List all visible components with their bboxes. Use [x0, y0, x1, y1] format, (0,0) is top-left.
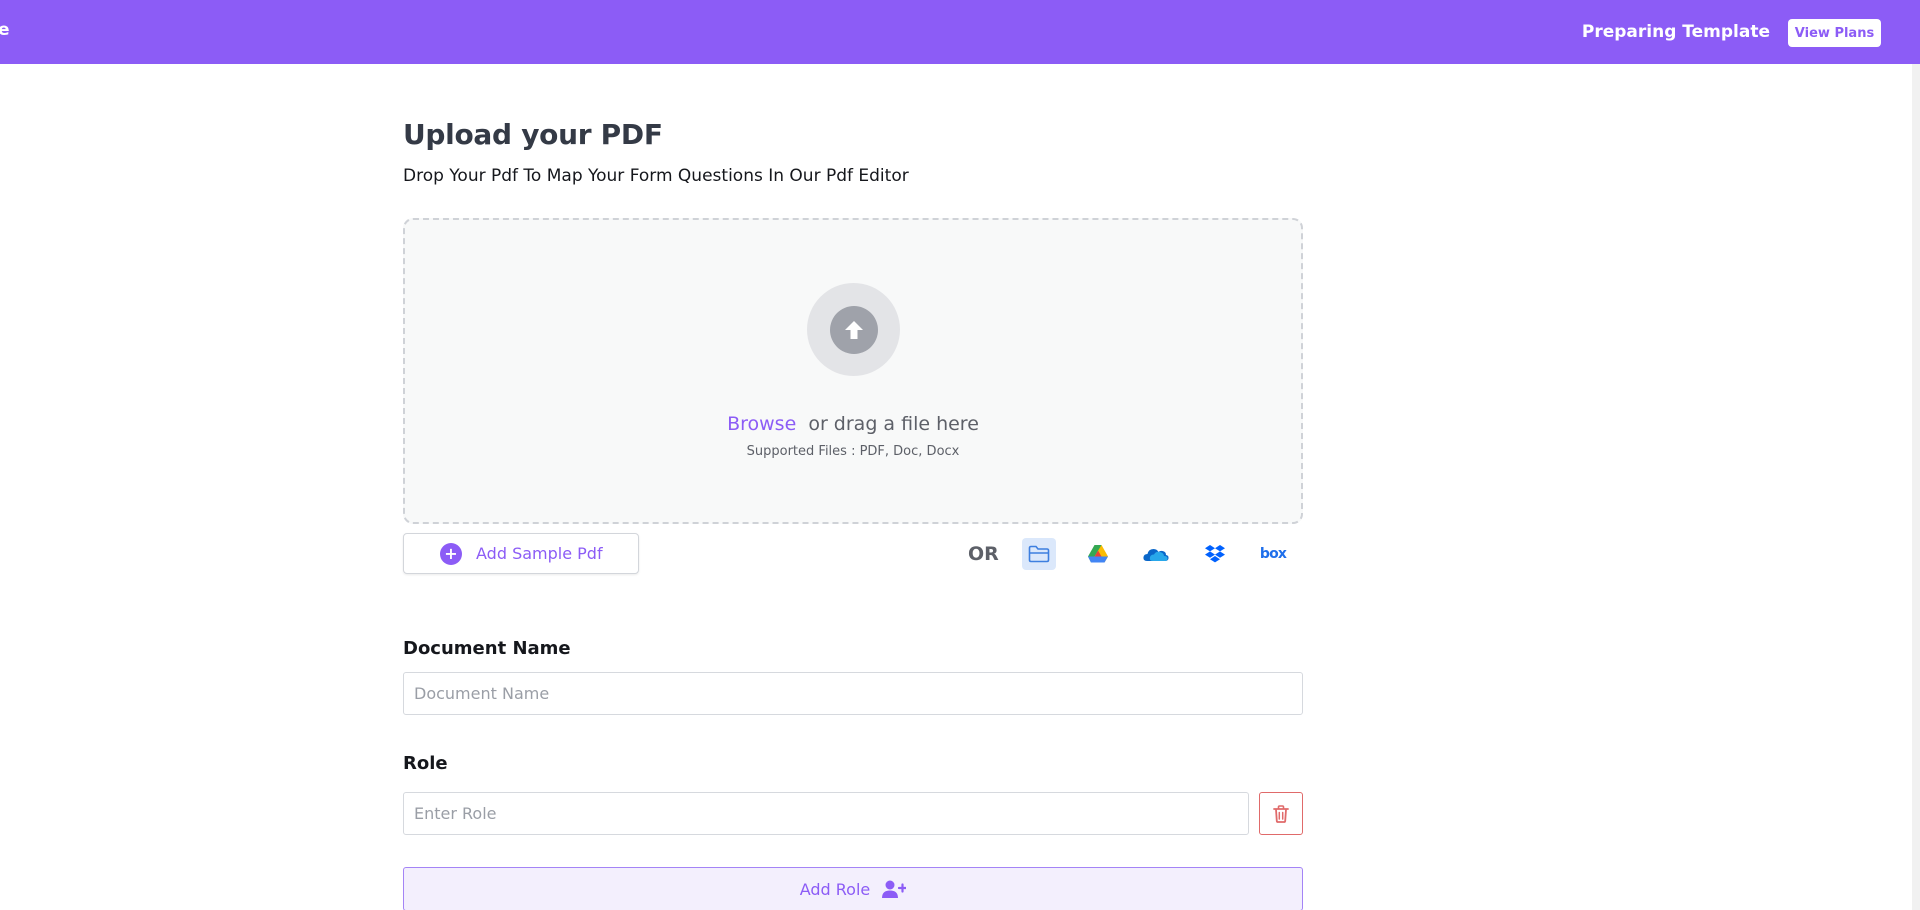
supported-files-text: Supported Files : PDF, Doc, Docx: [746, 444, 960, 459]
top-bar: e Preparing Template View Plans: [0, 0, 1920, 64]
document-name-label: Document Name: [403, 638, 571, 659]
add-sample-pdf-button[interactable]: + Add Sample Pdf: [403, 533, 639, 574]
drop-instructions: Browse or drag a file here: [405, 413, 1301, 435]
upload-icon[interactable]: [807, 283, 900, 376]
role-label: Role: [403, 753, 448, 774]
delete-role-button[interactable]: [1259, 792, 1303, 835]
drag-text: or drag a file here: [808, 413, 979, 435]
page-scrollbar[interactable]: [1912, 64, 1920, 910]
box-icon[interactable]: box: [1256, 538, 1290, 570]
file-dropzone[interactable]: Browse or drag a file here Supported Fil…: [403, 218, 1303, 524]
page-subtitle: Drop Your Pdf To Map Your Form Questions…: [403, 166, 909, 186]
google-drive-icon[interactable]: [1081, 538, 1115, 570]
dropbox-icon[interactable]: [1198, 538, 1232, 570]
app-title-fragment: e: [0, 20, 10, 40]
browse-link[interactable]: Browse: [727, 413, 796, 435]
document-name-input[interactable]: [403, 672, 1303, 715]
add-role-label: Add Role: [799, 879, 871, 899]
role-input[interactable]: [403, 792, 1249, 835]
add-role-button[interactable]: Add Role: [403, 867, 1303, 910]
onedrive-icon[interactable]: [1139, 538, 1173, 570]
add-user-icon: [882, 880, 907, 898]
page-title: Upload your PDF: [403, 118, 663, 151]
or-separator: OR: [968, 543, 999, 565]
upload-panel: Upload your PDF Drop Your Pdf To Map You…: [403, 118, 1303, 910]
plus-circle-icon: +: [440, 542, 462, 565]
header-title: Preparing Template: [1581, 22, 1770, 42]
folder-icon[interactable]: [1022, 538, 1056, 570]
trash-icon: [1273, 804, 1289, 823]
add-sample-pdf-label: Add Sample Pdf: [476, 544, 603, 563]
view-plans-button[interactable]: View Plans: [1788, 19, 1881, 47]
box-icon-text: box: [1259, 546, 1287, 562]
